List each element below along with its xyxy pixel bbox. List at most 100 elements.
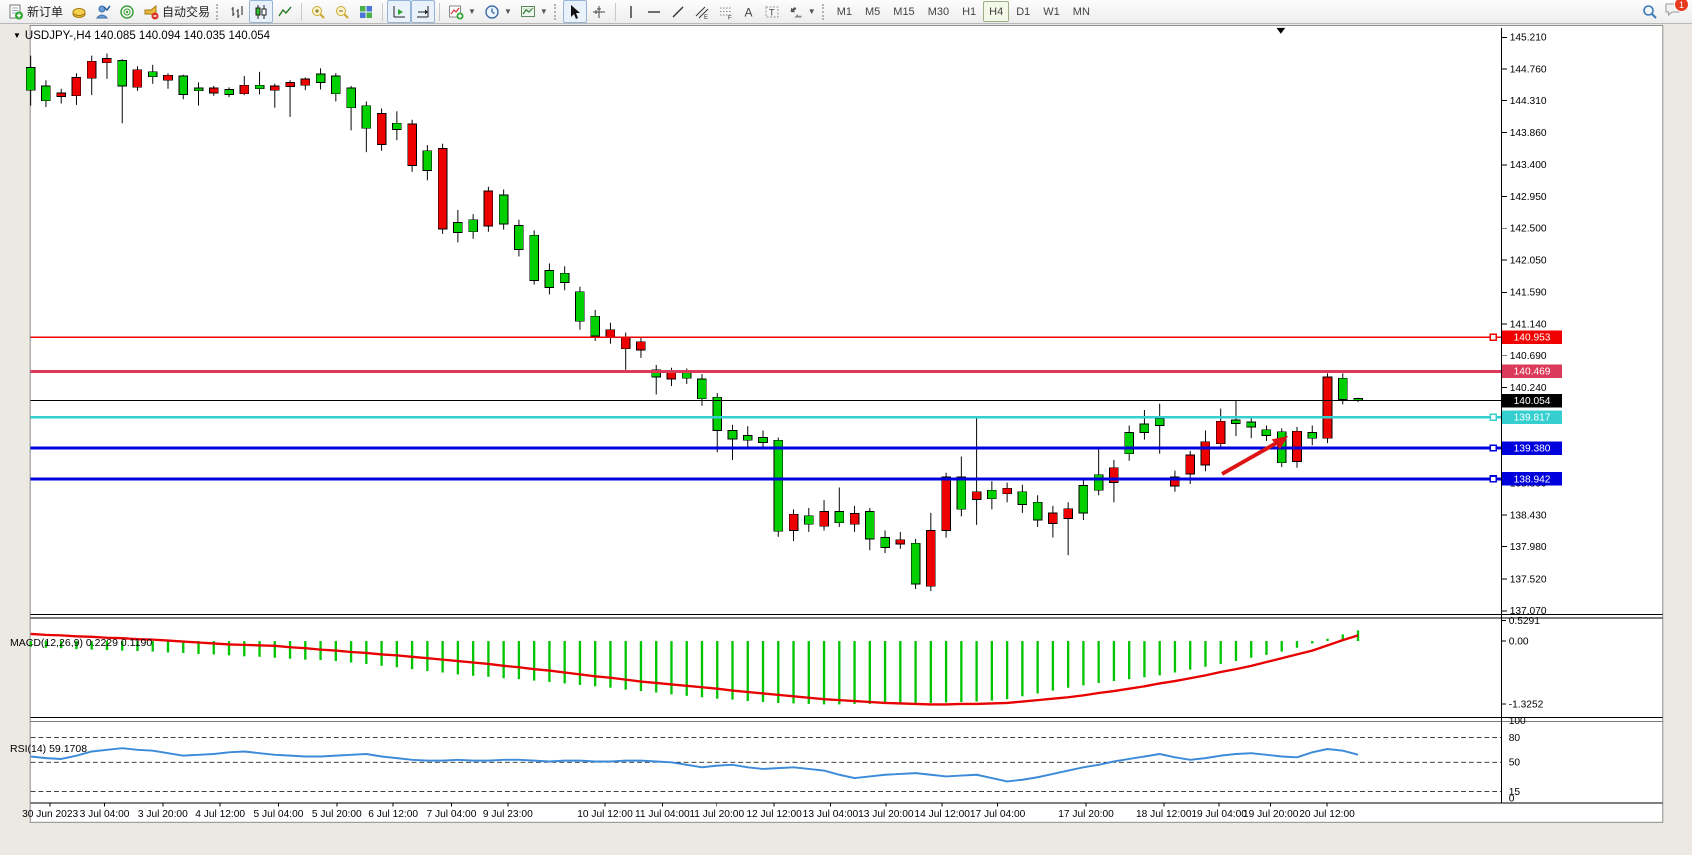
cursor-tool-button[interactable] xyxy=(563,0,587,23)
text-icon: A xyxy=(742,4,756,20)
price-line-handle[interactable] xyxy=(1490,334,1496,340)
periods-button[interactable]: ▼ xyxy=(480,0,516,23)
arrows-tool-button[interactable]: ▼ xyxy=(784,0,820,23)
notification-count-badge: 1 xyxy=(1674,0,1689,12)
auto-trading-button[interactable]: 自动交易 xyxy=(139,0,214,23)
styler-button[interactable] xyxy=(67,0,91,23)
market-watch-icon xyxy=(95,4,111,20)
price-line-handle[interactable] xyxy=(1490,414,1496,420)
market-watch-button[interactable] xyxy=(91,0,115,23)
channel-icon: E xyxy=(694,4,710,20)
time-axis-label: 3 Jul 04:00 xyxy=(80,809,130,820)
time-axis-label: 10 Jul 12:00 xyxy=(577,809,633,820)
notifications-button[interactable]: 1 xyxy=(1664,1,1682,22)
hline-tool-button[interactable] xyxy=(642,0,666,23)
indicators-button[interactable]: ▼ xyxy=(444,0,480,23)
rsi-axis-label: 0 xyxy=(1509,793,1515,804)
tab-timeframe-m5[interactable]: M5 xyxy=(859,1,886,22)
zoom-out-button[interactable] xyxy=(330,0,354,23)
tab-timeframe-m1[interactable]: M1 xyxy=(831,1,858,22)
price-axis-label: 142.050 xyxy=(1510,255,1547,266)
time-axis-label: 18 Jul 12:00 xyxy=(1136,809,1192,820)
auto-scroll-button[interactable] xyxy=(387,0,411,23)
time-axis-label: 12 Jul 12:00 xyxy=(746,809,802,820)
indicators-icon xyxy=(448,4,464,20)
line-chart-type-button[interactable] xyxy=(273,0,297,23)
price-badge-label: 140.054 xyxy=(1514,396,1551,407)
vline-tool-button[interactable] xyxy=(620,0,642,23)
price-badge-label: 138.942 xyxy=(1514,474,1551,485)
chart-shift-button[interactable] xyxy=(411,0,435,23)
arrows-shapes-icon xyxy=(788,4,804,20)
price-axis-label: 137.520 xyxy=(1510,574,1547,585)
text-tool-button[interactable]: A xyxy=(738,0,760,23)
macd-axis-label: 0.5291 xyxy=(1509,616,1540,627)
svg-text:E: E xyxy=(704,15,708,20)
tab-timeframe-w1[interactable]: W1 xyxy=(1037,1,1066,22)
price-axis-label: 137.980 xyxy=(1510,542,1547,553)
fibonacci-tool-button[interactable]: F xyxy=(714,0,738,23)
vertical-line-icon xyxy=(624,4,638,20)
fibonacci-icon: F xyxy=(718,4,734,20)
bar-chart-type-button[interactable] xyxy=(225,0,249,23)
chart-shift-icon xyxy=(415,4,431,20)
svg-text:T: T xyxy=(769,7,775,17)
time-axis-label: 17 Jul 20:00 xyxy=(1058,809,1114,820)
price-badge-label: 140.469 xyxy=(1514,367,1551,378)
crosshair-tool-button[interactable] xyxy=(587,0,611,23)
chart-window-frame xyxy=(30,25,1663,822)
trendline-tool-button[interactable] xyxy=(666,0,690,23)
price-line-handle[interactable] xyxy=(1490,445,1496,451)
auto-trading-label: 自动交易 xyxy=(162,3,210,20)
price-axis-label: 138.430 xyxy=(1510,510,1547,521)
new-order-label: 新订单 xyxy=(27,3,63,20)
tab-timeframe-m30[interactable]: M30 xyxy=(922,1,955,22)
horizontal-line-icon xyxy=(646,4,662,20)
price-axis-label: 140.240 xyxy=(1510,383,1547,394)
chart-canvas[interactable]: 145.210144.760144.310143.860143.400142.9… xyxy=(0,24,1692,850)
tab-timeframe-m15[interactable]: M15 xyxy=(887,1,920,22)
new-order-icon xyxy=(8,4,24,20)
time-axis-label: 30 Jun 2023 xyxy=(22,809,78,820)
equidistant-channel-button[interactable]: E xyxy=(690,0,714,23)
trendline-icon xyxy=(670,4,686,20)
time-axis-label: 11 Jul 20:00 xyxy=(689,809,744,820)
candlestick-chart-type-button[interactable] xyxy=(249,0,273,23)
candlestick-icon xyxy=(253,4,269,20)
bar-chart-icon xyxy=(229,4,245,20)
auto-trading-icon xyxy=(143,4,159,20)
time-axis-label: 19 Jul 04:00 xyxy=(1191,809,1247,820)
rsi-axis-label: 100 xyxy=(1509,716,1526,727)
svg-text:F: F xyxy=(728,15,732,20)
toolbar-separator xyxy=(382,3,383,21)
chart-svg: 145.210144.760144.310143.860143.400142.9… xyxy=(0,24,1692,850)
timeframe-toolbar: M1 M5 M15 M30 H1 H4 D1 W1 MN xyxy=(831,1,1096,22)
tile-windows-button[interactable] xyxy=(354,0,378,23)
time-axis-label: 11 Jul 04:00 xyxy=(635,809,690,820)
price-axis-label: 144.310 xyxy=(1510,96,1547,107)
tab-timeframe-mn[interactable]: MN xyxy=(1067,1,1096,22)
price-axis-label: 142.500 xyxy=(1510,224,1547,235)
crosshair-icon xyxy=(591,4,607,20)
new-order-button[interactable]: 新订单 xyxy=(4,0,67,23)
time-axis-label: 14 Jul 12:00 xyxy=(914,809,970,820)
tab-timeframe-h1[interactable]: H1 xyxy=(956,1,982,22)
signals-button[interactable] xyxy=(115,0,139,23)
text-label-tool-button[interactable]: T xyxy=(760,0,784,23)
chevron-down-icon: ▼ xyxy=(540,7,548,16)
toolbar-grip xyxy=(216,4,221,20)
zoom-in-button[interactable] xyxy=(306,0,330,23)
tab-timeframe-d1[interactable]: D1 xyxy=(1010,1,1036,22)
time-axis-label: 13 Jul 04:00 xyxy=(803,809,859,820)
time-axis-label: 17 Jul 04:00 xyxy=(970,809,1026,820)
time-axis-label: 5 Jul 20:00 xyxy=(312,809,362,820)
price-line-handle[interactable] xyxy=(1490,476,1496,482)
zoom-in-icon xyxy=(310,4,326,20)
radar-icon xyxy=(119,4,135,20)
chevron-down-icon: ▼ xyxy=(468,7,476,16)
templates-button[interactable]: ▼ xyxy=(516,0,552,23)
tab-timeframe-h4[interactable]: H4 xyxy=(983,1,1009,22)
price-axis-label: 143.400 xyxy=(1510,160,1547,171)
search-icon[interactable] xyxy=(1642,4,1658,20)
price-axis-label: 144.760 xyxy=(1510,64,1547,75)
